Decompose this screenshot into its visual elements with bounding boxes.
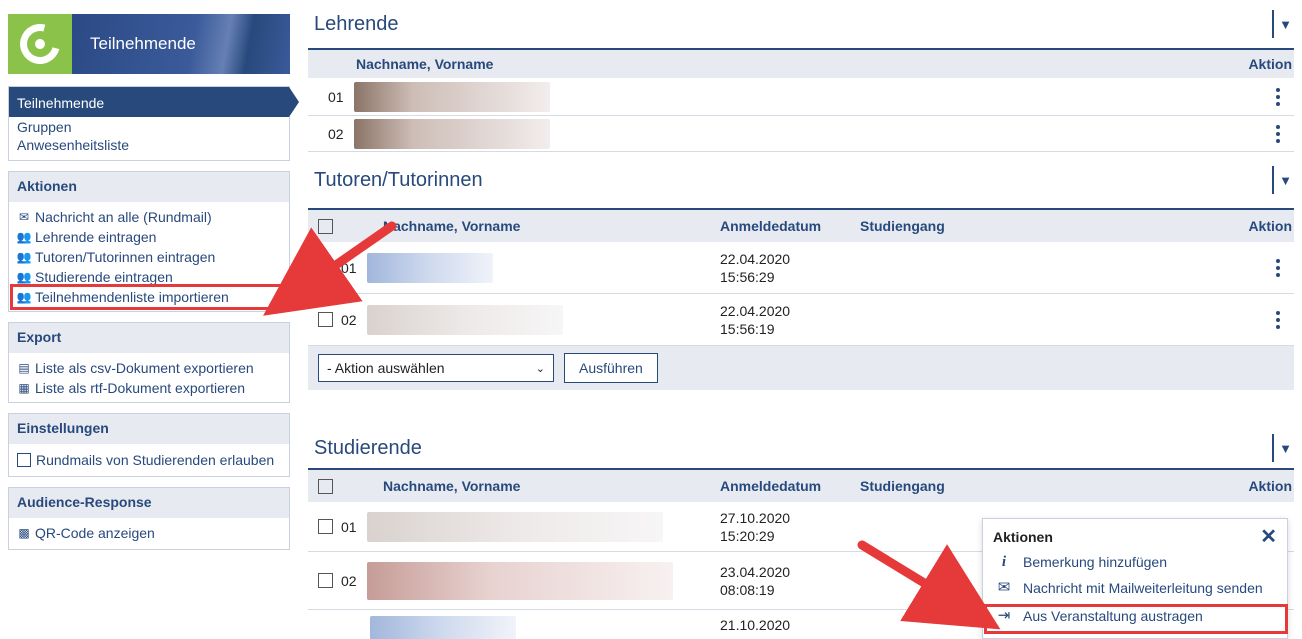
chevron-down-icon: ⌄ (535, 362, 545, 375)
lehrende-eintragen-link[interactable]: 👥 Lehrende eintragen (17, 227, 281, 247)
highlight-studierende-eintragen (10, 284, 282, 310)
sidebar-item-gruppen[interactable]: Gruppen (9, 118, 289, 136)
row-checkbox[interactable] (318, 260, 333, 275)
blurred-name (366, 252, 493, 283)
tutoren-table-header: Nachname, Vorname Anmeldedatum Studienga… (308, 208, 1294, 242)
anmeldedatum-value: 27.10.2020 15:20:29 (720, 509, 791, 544)
rundmail-checkbox[interactable] (17, 453, 31, 467)
col-anmeldedatum[interactable]: Anmeldedatum (720, 218, 821, 234)
qr-code-link[interactable]: ▩ QR-Code anzeigen (17, 523, 281, 543)
tutoren-eintragen-link[interactable]: 👥 Tutoren/Tutorinnen eintragen (17, 247, 281, 267)
col-aktion: Aktion (1248, 56, 1292, 72)
row-checkbox[interactable] (318, 519, 333, 534)
studierende-table-header: Nachname, Vorname Anmeldedatum Studienga… (308, 468, 1294, 502)
export-rtf-link[interactable]: ▦ Liste als rtf-Dokument exportieren (17, 378, 281, 398)
rtf-file-icon: ▦ (18, 381, 30, 395)
select-all-checkbox[interactable] (318, 478, 333, 494)
export-panel: Export ▤ Liste als csv-Dokument exportier… (8, 322, 290, 403)
highlight-austragen (984, 604, 1288, 634)
more-actions-icon[interactable] (1276, 124, 1280, 143)
sidebar-nav: Teilnehmende Gruppen Anwesenheitsliste (8, 86, 299, 161)
col-name[interactable]: Nachname, Vorname (383, 218, 520, 234)
app-logo[interactable] (8, 14, 72, 74)
blurred-name (366, 561, 673, 600)
blurred-name (366, 511, 663, 542)
more-actions-icon[interactable] (1276, 258, 1280, 277)
menu-title: Aktionen (993, 529, 1053, 545)
row-checkbox[interactable] (318, 312, 333, 327)
blurred-name (353, 118, 550, 149)
einstellungen-panel: Einstellungen Rundmails von Studierenden… (8, 413, 290, 477)
sidebar-item-teilnehmende[interactable]: Teilnehmende (9, 87, 299, 117)
col-studiengang[interactable]: Studiengang (860, 218, 945, 234)
ausfuehren-button[interactable]: Ausführen (564, 353, 658, 383)
tutoren-section: Tutoren/Tutorinnen ▼ Nachname, Vorname A… (308, 152, 1294, 390)
col-anmeldedatum[interactable]: Anmeldedatum (720, 478, 821, 494)
col-name[interactable]: Nachname, Vorname (383, 478, 520, 494)
table-row: 01 (308, 78, 1294, 116)
nachricht-senden-item[interactable]: ✉ Nachricht mit Mailweiterleitung senden (983, 575, 1287, 601)
row-checkbox[interactable] (318, 573, 333, 588)
add-users-icon: 👥 (16, 230, 32, 244)
mail-icon: ✉ (997, 579, 1011, 596)
sidebar: Teilnehmende Teilnehmende Gruppen Anwese… (8, 0, 299, 560)
rundmail-setting[interactable]: Rundmails von Studierenden erlauben (17, 450, 281, 470)
mail-all-icon: ✉ (18, 210, 30, 224)
einstellungen-heading: Einstellungen (9, 414, 289, 444)
table-row: 02 (308, 116, 1294, 152)
bulk-action-bar: - Aktion auswählen ⌄ Ausführen (308, 346, 1294, 390)
anmeldedatum-value: 23.04.2020 08:08:19 (720, 563, 791, 598)
export-heading: Export (9, 323, 289, 353)
col-aktion: Aktion (1248, 218, 1292, 234)
collapse-icon[interactable]: ▼ (1272, 10, 1294, 38)
qr-code-icon: ▩ (18, 526, 30, 540)
col-name[interactable]: Nachname, Vorname (356, 56, 493, 72)
csv-file-icon: ▤ (18, 361, 30, 375)
blurred-name (366, 304, 563, 335)
info-icon: i (1001, 554, 1007, 570)
col-aktion: Aktion (1248, 478, 1292, 494)
anmeldedatum-value: 21.10.2020 (720, 617, 791, 633)
export-csv-link[interactable]: ▤ Liste als csv-Dokument exportieren (17, 358, 281, 378)
blurred-name (370, 616, 516, 639)
lehrende-title: Lehrende (314, 12, 399, 35)
more-actions-icon[interactable] (1276, 310, 1280, 329)
rundmail-link[interactable]: ✉ Nachricht an alle (Rundmail) (17, 207, 281, 227)
lehrende-section: Lehrende ▼ Nachname, Vorname Aktion 01 0… (308, 0, 1294, 152)
select-all-checkbox[interactable] (318, 218, 333, 234)
brand-header: Teilnehmende (8, 14, 290, 88)
lehrende-table-header: Nachname, Vorname Aktion (308, 48, 1294, 78)
add-users-icon: 👥 (16, 250, 32, 264)
more-actions-icon[interactable] (1276, 87, 1280, 106)
table-row: 02 22.04.2020 15:56:19 (308, 294, 1294, 346)
close-icon[interactable]: ✕ (1260, 527, 1277, 547)
anmeldedatum-value: 22.04.2020 15:56:19 (720, 302, 791, 337)
bemerkung-hinzufuegen-item[interactable]: i Bemerkung hinzufügen (983, 549, 1287, 575)
collapse-icon[interactable]: ▼ (1272, 166, 1294, 194)
anmeldedatum-value: 22.04.2020 15:56:29 (720, 250, 791, 285)
sidebar-item-anwesenheitsliste[interactable]: Anwesenheitsliste (9, 136, 289, 154)
aktionen-heading: Aktionen (9, 172, 289, 202)
audience-heading: Audience-Response (9, 488, 289, 518)
aktion-select[interactable]: - Aktion auswählen ⌄ (318, 354, 554, 382)
brand-title: Teilnehmende (72, 14, 290, 74)
col-studiengang[interactable]: Studiengang (860, 478, 945, 494)
blurred-name (353, 81, 550, 112)
studierende-title: Studierende (314, 436, 422, 459)
audience-response-panel: Audience-Response ▩ QR-Code anzeigen (8, 487, 290, 550)
tutoren-title: Tutoren/Tutorinnen (314, 168, 483, 191)
table-row: 01 22.04.2020 15:56:29 (308, 242, 1294, 294)
collapse-icon[interactable]: ▼ (1272, 434, 1294, 462)
